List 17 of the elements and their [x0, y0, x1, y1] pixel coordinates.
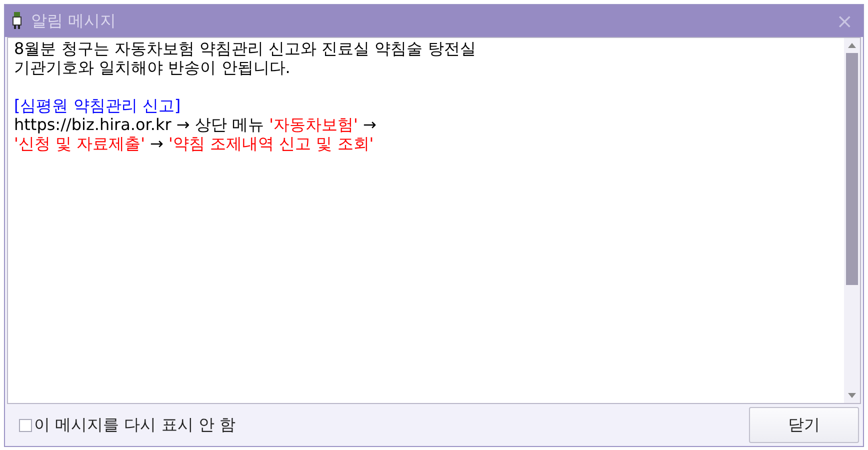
close-dialog-button[interactable]: 닫기 — [749, 407, 859, 443]
message-text: [심평원 약침관리 신고] — [14, 96, 181, 115]
window-title: 알림 메시지 — [31, 10, 118, 32]
message-text: → — [149, 134, 164, 153]
message-text: '자동차보험' — [269, 115, 358, 134]
message-text: → — [362, 115, 376, 134]
message-text: '약침 조제내역 신고 및 조회' — [168, 134, 374, 153]
message-text: '신청 및 자료제출' — [14, 134, 145, 153]
checkbox-label: 이 메시지를 다시 표시 안 함 — [34, 414, 236, 436]
message-text: 기관기호와 일치해야 반송이 안됩니다. — [14, 58, 290, 77]
message-text: https://biz.hira.or.kr → 상단 메뉴 — [14, 115, 265, 134]
scroll-down-icon[interactable] — [848, 393, 856, 398]
scroll-up-icon[interactable] — [848, 43, 856, 48]
app-icon — [11, 12, 23, 30]
checkbox[interactable] — [19, 418, 32, 432]
message-text: 8월분 청구는 자동차보험 약침관리 신고와 진료실 약침술 탕전실 — [14, 39, 476, 58]
scroll-thumb[interactable] — [846, 53, 858, 285]
